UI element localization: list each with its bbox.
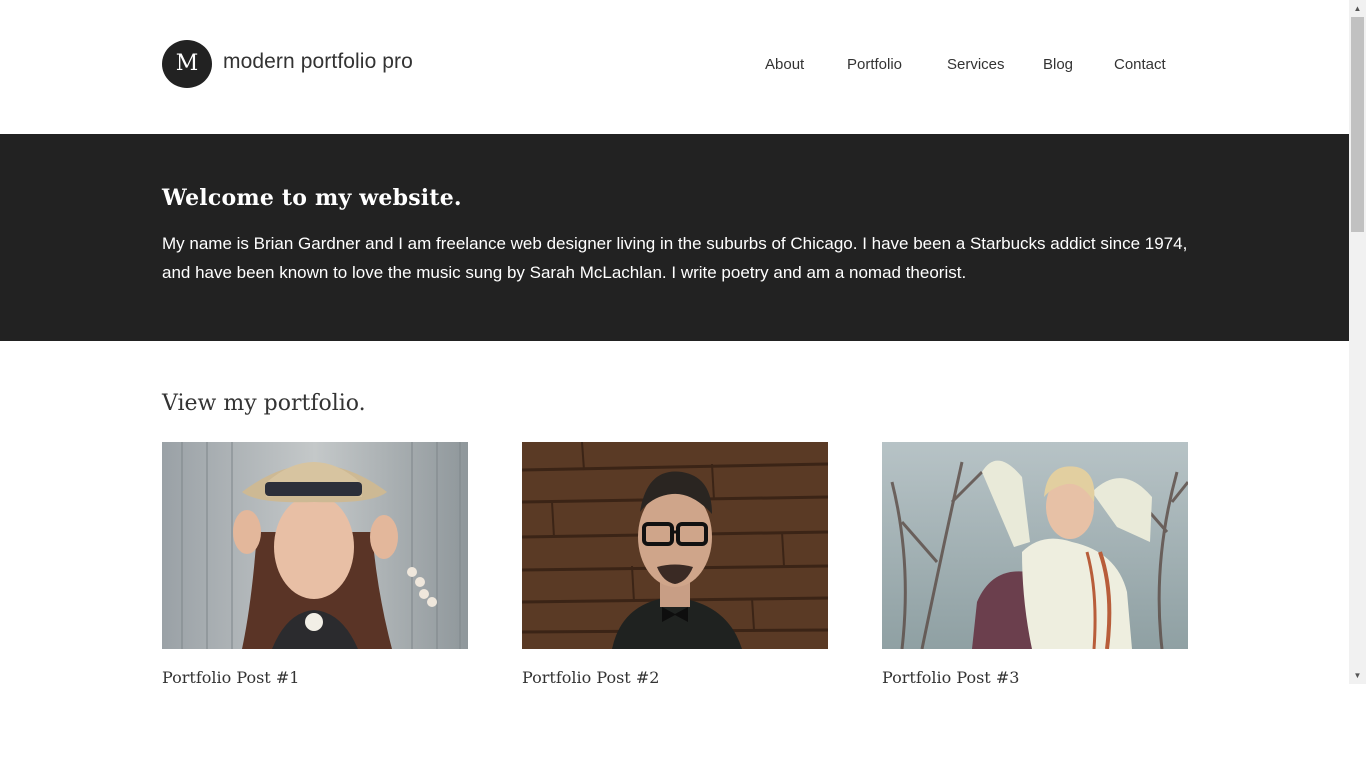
welcome-text: My name is Brian Gardner and I am freela… (162, 234, 1188, 282)
scroll-down-arrow-icon[interactable]: ▼ (1349, 667, 1366, 684)
nav-services[interactable]: Services (947, 56, 1005, 73)
page-viewport: M modern portfolio pro About Portfolio S… (0, 0, 1349, 684)
scroll-up-arrow-icon[interactable]: ▲ (1349, 0, 1366, 17)
portfolio-image-woman-blouse[interactable] (882, 442, 1188, 649)
nav-contact[interactable]: Contact (1114, 56, 1166, 73)
site-title[interactable]: modern portfolio pro (223, 50, 413, 74)
vertical-scrollbar[interactable]: ▲ ▼ (1349, 0, 1366, 684)
site-header: M modern portfolio pro About Portfolio S… (0, 0, 1349, 134)
portfolio-card[interactable]: Portfolio Post #2 (522, 442, 828, 684)
nav-about[interactable]: About (765, 56, 804, 73)
portfolio-card[interactable]: Portfolio Post #3 (882, 442, 1188, 684)
welcome-section: Welcome to my website. My name is Brian … (0, 134, 1349, 341)
nav-blog[interactable]: Blog (1043, 56, 1073, 73)
site-logo[interactable]: M (162, 40, 212, 88)
welcome-heading: Welcome to my website. (162, 185, 462, 211)
portfolio-title[interactable]: Portfolio Post #3 (882, 668, 1188, 684)
portfolio-image-woman-hat[interactable] (162, 442, 468, 649)
nav-portfolio[interactable]: Portfolio (847, 56, 902, 73)
portfolio-title[interactable]: Portfolio Post #1 (162, 668, 468, 684)
portfolio-title[interactable]: Portfolio Post #2 (522, 668, 828, 684)
bottom-blank-area (0, 684, 1366, 768)
portfolio-image-man-glasses[interactable] (522, 442, 828, 649)
portfolio-card[interactable]: Portfolio Post #1 (162, 442, 468, 684)
portfolio-heading: View my portfolio. (162, 391, 366, 416)
scrollbar-thumb[interactable] (1351, 17, 1364, 232)
